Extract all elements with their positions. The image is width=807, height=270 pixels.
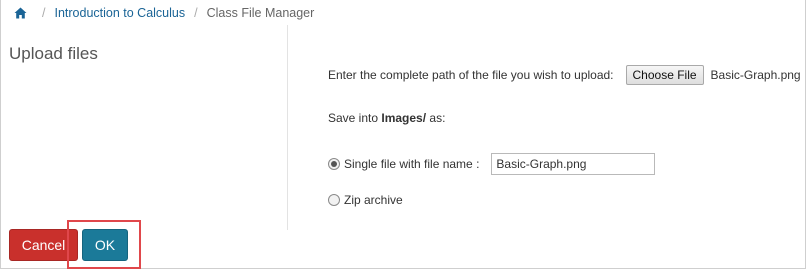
breadcrumb-separator: / xyxy=(42,6,46,20)
breadcrumb-course-link[interactable]: Introduction to Calculus xyxy=(54,6,185,20)
upload-prompt: Enter the complete path of the file you … xyxy=(328,68,614,82)
breadcrumb: / Introduction to Calculus / Class File … xyxy=(14,4,314,22)
ok-button[interactable]: OK xyxy=(82,229,128,261)
zip-archive-label: Zip archive xyxy=(344,193,403,207)
upload-row: Enter the complete path of the file you … xyxy=(328,65,801,85)
zip-archive-option: Zip archive xyxy=(328,191,403,209)
breadcrumb-separator: / xyxy=(194,6,198,20)
save-into-label: Save into Images/ as: xyxy=(328,111,445,125)
save-folder: Images/ xyxy=(381,111,427,125)
save-prefix: Save into xyxy=(328,111,382,125)
single-file-radio[interactable] xyxy=(328,158,340,170)
filename-input[interactable] xyxy=(491,153,656,175)
single-file-label: Single file with file name : xyxy=(344,157,480,171)
cancel-button[interactable]: Cancel xyxy=(9,229,78,261)
home-icon[interactable] xyxy=(14,7,27,19)
page-title: Upload files xyxy=(9,44,98,63)
single-file-option: Single file with file name : xyxy=(328,153,656,175)
upload-form: Enter the complete path of the file you … xyxy=(288,25,804,230)
breadcrumb-current: Class File Manager xyxy=(206,6,315,20)
save-suffix: as: xyxy=(426,111,446,125)
zip-archive-radio[interactable] xyxy=(328,194,340,206)
selected-file-name: Basic-Graph.png xyxy=(710,68,801,82)
choose-file-button[interactable]: Choose File xyxy=(625,65,704,85)
